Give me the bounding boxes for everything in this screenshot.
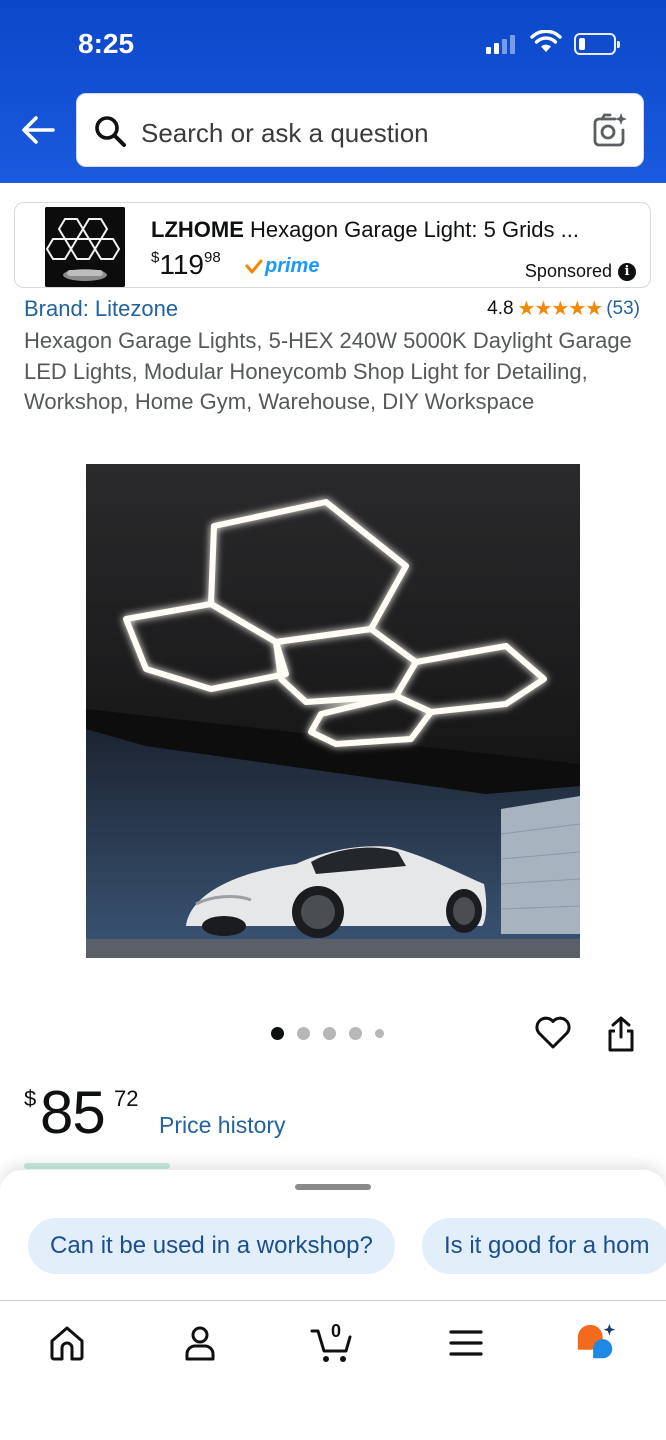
- signal-icon: [486, 34, 515, 54]
- rufus-suggestion-sheet: Can it be used in a workshop? Is it good…: [0, 1170, 666, 1302]
- cart-count: 0: [331, 1321, 342, 1341]
- account-icon: [185, 1326, 215, 1361]
- nav-account[interactable]: [178, 1321, 222, 1365]
- sponsored-text: Sponsored: [524, 261, 612, 281]
- sponsored-price-fraction: 98: [203, 249, 221, 266]
- star-rating-icon: ★★★★★: [517, 298, 604, 320]
- nav-menu[interactable]: [444, 1321, 488, 1365]
- image-carousel-dots[interactable]: [271, 1027, 384, 1040]
- rufus-ai-icon: [577, 1323, 616, 1359]
- prime-label: prime: [265, 255, 320, 277]
- carousel-dot-5[interactable]: [375, 1029, 384, 1038]
- price-history-link[interactable]: Price history: [159, 1112, 286, 1139]
- search-icon: [95, 116, 126, 147]
- sponsored-product-title[interactable]: LZHOME Hexagon Garage Light: 5 Grids ...: [151, 217, 631, 243]
- app-header: 8:25 Search or ask a question: [0, 0, 666, 183]
- home-icon: [50, 1326, 84, 1361]
- sponsored-title-text: Hexagon Garage Light: 5 Grids ...: [243, 217, 579, 242]
- sponsored-label[interactable]: Sponsored i: [525, 261, 636, 282]
- sponsored-price-whole: 119: [159, 249, 204, 280]
- prime-badge: prime: [245, 255, 319, 278]
- price-currency: $: [24, 1086, 37, 1111]
- nav-home[interactable]: [45, 1321, 89, 1365]
- bottom-nav: 0: [0, 1300, 666, 1440]
- nav-cart[interactable]: 0: [310, 1321, 354, 1365]
- rating-summary[interactable]: 4.8 ★★★★★ (53): [487, 296, 640, 321]
- product-title: Hexagon Garage Lights, 5-HEX 240W 5000K …: [24, 328, 632, 414]
- price-whole: 85: [40, 1079, 106, 1146]
- sponsored-product-card[interactable]: LZHOME Hexagon Garage Light: 5 Grids ...…: [14, 202, 651, 288]
- sponsored-brand: LZHOME: [151, 217, 244, 242]
- share-icon[interactable]: [605, 1015, 637, 1053]
- search-input[interactable]: Search or ask a question: [76, 93, 644, 167]
- product-photo-hexagon-lights: [86, 464, 580, 958]
- search-placeholder: Search or ask a question: [141, 118, 429, 148]
- product-image[interactable]: [86, 464, 580, 958]
- sheet-grab-handle[interactable]: [295, 1184, 371, 1190]
- menu-icon: [449, 1330, 483, 1356]
- price-fraction: 72: [114, 1086, 139, 1111]
- nav-rufus[interactable]: [574, 1321, 618, 1365]
- heart-icon[interactable]: [534, 1014, 572, 1050]
- arrow-left-icon[interactable]: [20, 112, 56, 148]
- status-time: 8:25: [78, 28, 135, 59]
- battery-icon: [574, 33, 620, 55]
- rating-value: 4.8: [487, 297, 514, 319]
- camera-sparkle-icon[interactable]: [589, 110, 629, 150]
- info-icon[interactable]: i: [618, 262, 636, 281]
- price-history-indicator: [24, 1163, 170, 1169]
- sponsored-price: $11998: [151, 249, 221, 281]
- wifi-icon: [530, 30, 562, 52]
- carousel-dot-4[interactable]: [349, 1027, 362, 1040]
- carousel-dot-1[interactable]: [271, 1027, 284, 1040]
- brand-link[interactable]: Brand: Litezone: [24, 296, 178, 322]
- suggestion-chip[interactable]: Can it be used in a workshop?: [28, 1218, 395, 1274]
- carousel-dot-3[interactable]: [323, 1027, 336, 1040]
- rating-count[interactable]: (53): [606, 298, 640, 320]
- prime-check-icon: [245, 259, 263, 273]
- sponsored-product-thumbnail: [45, 207, 125, 287]
- carousel-dot-2[interactable]: [297, 1027, 310, 1040]
- suggestion-chip[interactable]: Is it good for a hom: [422, 1218, 666, 1274]
